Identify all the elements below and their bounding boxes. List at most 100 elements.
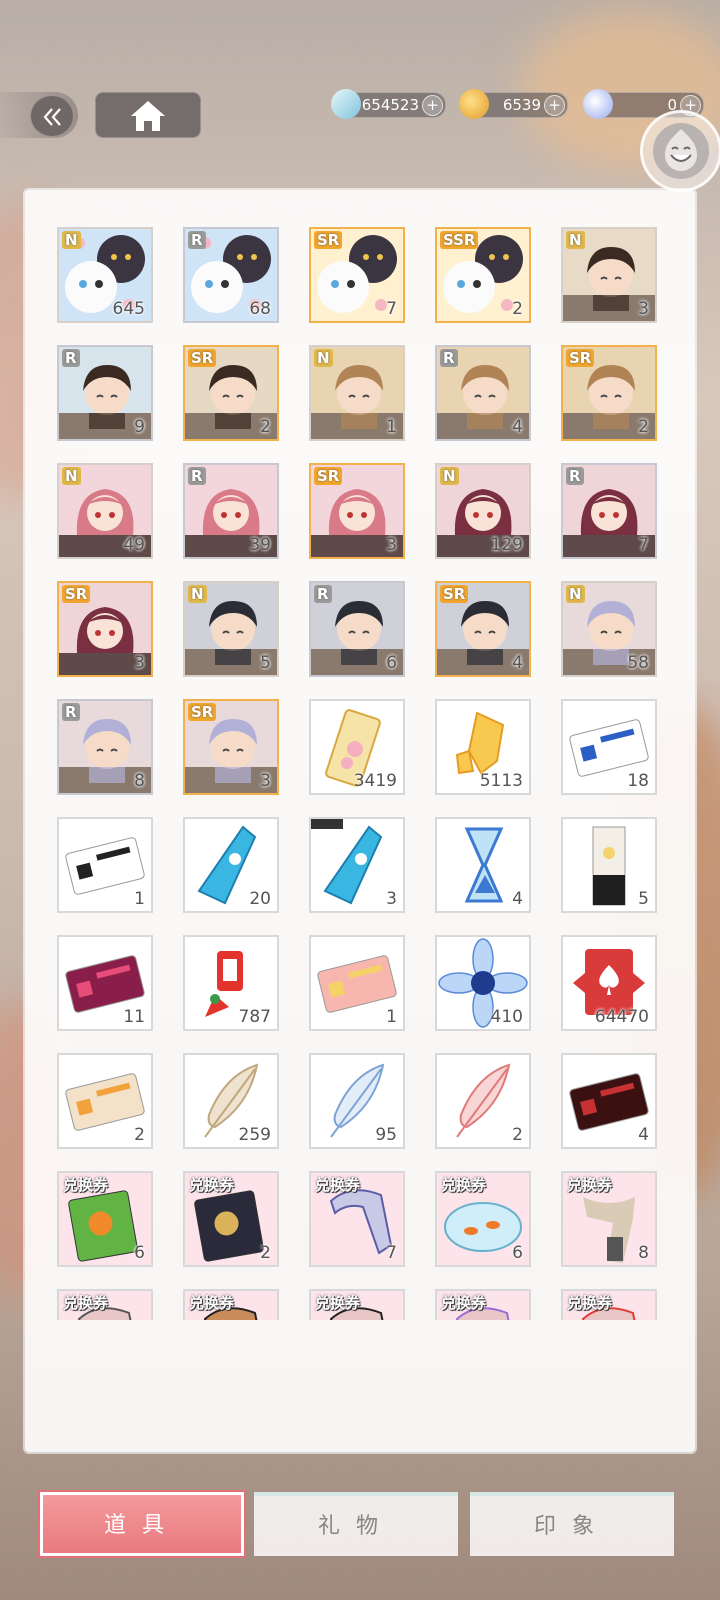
inventory-item[interactable]: 2	[435, 1053, 531, 1149]
home-button[interactable]	[95, 92, 201, 138]
item-count: 4	[512, 889, 523, 909]
inventory-item[interactable]: N 129	[435, 463, 531, 559]
inventory-item[interactable]: 64470	[561, 935, 657, 1031]
inventory-scroll-area[interactable]: N 645 R 68 SR 7 SSR 2 N3 R9 SR 2 N1 R4 S…	[25, 220, 695, 1320]
home-icon	[131, 101, 165, 131]
inventory-item[interactable]: 259	[183, 1053, 279, 1149]
inventory-item[interactable]: R4	[435, 345, 531, 441]
item-count: 3419	[353, 771, 397, 791]
rarity-badge: SR	[314, 467, 343, 485]
item-count: 2	[260, 1243, 271, 1263]
tab-items[interactable]: 道具	[40, 1492, 244, 1556]
inventory-item[interactable]: SR 3	[57, 581, 153, 677]
item-count: 64470	[594, 1007, 649, 1027]
inventory-item[interactable]: 20	[183, 817, 279, 913]
rarity-badge: SR	[440, 585, 469, 603]
back-button[interactable]	[0, 92, 78, 138]
mascot-avatar-button[interactable]	[640, 110, 720, 192]
item-count: 7	[386, 1243, 397, 1263]
inventory-item[interactable]: 兑换券 6	[57, 1171, 153, 1267]
exchange-voucher-tag: 兑换券	[567, 1294, 613, 1312]
rarity-badge: SSR	[440, 231, 479, 249]
rarity-badge: SR	[62, 585, 91, 603]
item-count: 1	[386, 1007, 397, 1027]
tab-impressions-label: 印象	[533, 1514, 610, 1539]
item-count: 9	[134, 417, 145, 437]
item-count: 3	[386, 535, 397, 555]
inventory-item[interactable]: SR 3	[183, 699, 279, 795]
item-count: 58	[627, 653, 649, 673]
inventory-item[interactable]: R8	[57, 699, 153, 795]
inventory-item[interactable]: 1	[309, 935, 405, 1031]
inventory-item[interactable]: 3419	[309, 699, 405, 795]
inventory-item[interactable]: 18	[561, 699, 657, 795]
currency-ticket: 654523 +	[331, 89, 446, 119]
rarity-badge: SR	[566, 349, 595, 367]
add-ticket-button[interactable]: +	[422, 95, 443, 116]
inventory-item[interactable]: 410	[435, 935, 531, 1031]
inventory-item[interactable]: R7	[561, 463, 657, 559]
inventory-item[interactable]: 3	[309, 817, 405, 913]
exchange-voucher-tag: 兑换券	[189, 1294, 235, 1312]
item-count: 95	[375, 1125, 397, 1145]
item-count: 11	[123, 1007, 145, 1027]
inventory-item[interactable]: 4	[435, 817, 531, 913]
inventory-item[interactable]: 11	[57, 935, 153, 1031]
item-count: 20	[249, 889, 271, 909]
item-count: 4	[638, 1125, 649, 1145]
inventory-item[interactable]: 兑换券	[561, 1289, 657, 1320]
item-count: 2	[260, 417, 271, 437]
inventory-item[interactable]: 兑换券 2	[183, 1171, 279, 1267]
exchange-voucher-tag: 兑换券	[441, 1176, 487, 1194]
inventory-item[interactable]: SR 2	[561, 345, 657, 441]
inventory-item[interactable]: N5	[183, 581, 279, 677]
item-count: 7	[638, 535, 649, 555]
inventory-item[interactable]: 4	[561, 1053, 657, 1149]
tab-impressions[interactable]: 印象	[470, 1492, 674, 1556]
smiling-mascot-icon	[665, 129, 697, 171]
inventory-item[interactable]: R9	[57, 345, 153, 441]
item-count: 2	[512, 1125, 523, 1145]
inventory-item[interactable]: N 58	[561, 581, 657, 677]
inventory-item[interactable]: 95	[309, 1053, 405, 1149]
inventory-item[interactable]: 兑换券	[183, 1289, 279, 1320]
inventory-item[interactable]: SR 3	[309, 463, 405, 559]
inventory-item[interactable]: R 39	[183, 463, 279, 559]
rarity-badge: N	[440, 467, 459, 485]
inventory-item[interactable]: SR 4	[435, 581, 531, 677]
inventory-item[interactable]: 兑换券	[57, 1289, 153, 1320]
inventory-item[interactable]: N1	[309, 345, 405, 441]
inventory-item[interactable]: R 68	[183, 227, 279, 323]
tab-gifts[interactable]: 礼物	[254, 1492, 458, 1556]
inventory-item[interactable]: 5	[561, 817, 657, 913]
item-count: 2	[134, 1125, 145, 1145]
inventory-item[interactable]: SSR 2	[435, 227, 531, 323]
item-count: 5	[638, 889, 649, 909]
inventory-item[interactable]: 兑换券 6	[435, 1171, 531, 1267]
inventory-item[interactable]: N3	[561, 227, 657, 323]
inventory-item[interactable]: N 49	[57, 463, 153, 559]
inventory-item[interactable]: 2	[57, 1053, 153, 1149]
rarity-badge: N	[566, 585, 585, 603]
rarity-badge: SR	[188, 349, 217, 367]
item-count: 7	[386, 299, 397, 319]
inventory-item[interactable]: 5113	[435, 699, 531, 795]
rarity-badge: N	[62, 231, 81, 249]
rarity-badge: R	[440, 349, 458, 367]
inventory-item[interactable]: 兑换券	[309, 1289, 405, 1320]
inventory-item[interactable]: 兑换券	[435, 1289, 531, 1320]
inventory-item[interactable]: R6	[309, 581, 405, 677]
inventory-item[interactable]: 1	[57, 817, 153, 913]
item-count: 645	[112, 299, 145, 319]
inventory-item[interactable]: SR 7	[309, 227, 405, 323]
inventory-item[interactable]: 787	[183, 935, 279, 1031]
item-count: 1	[386, 417, 397, 437]
rarity-badge: N	[314, 349, 333, 367]
inventory-item[interactable]: 兑换券 8	[561, 1171, 657, 1267]
rarity-badge: SR	[314, 231, 343, 249]
inventory-item[interactable]: N 645	[57, 227, 153, 323]
inventory-item[interactable]: SR 2	[183, 345, 279, 441]
inventory-item[interactable]: 兑换券 7	[309, 1171, 405, 1267]
add-gold-button[interactable]: +	[544, 95, 565, 116]
rarity-badge: N	[62, 467, 81, 485]
